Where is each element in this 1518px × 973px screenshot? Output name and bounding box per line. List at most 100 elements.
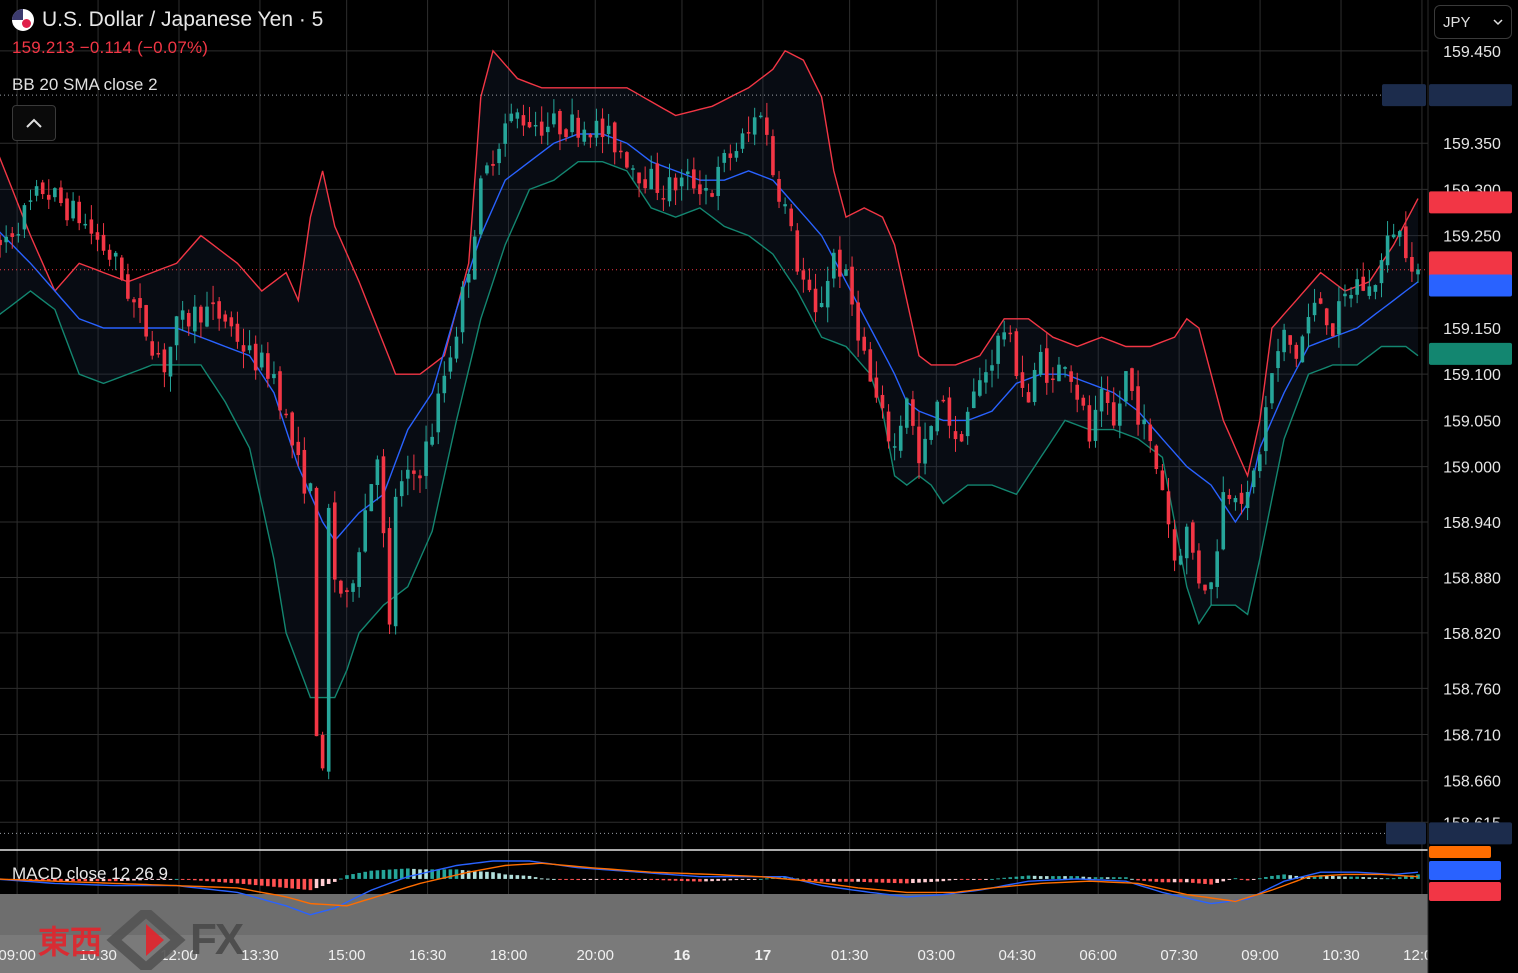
candle-body xyxy=(692,169,696,189)
candle-body xyxy=(193,306,197,332)
candle-body xyxy=(667,177,672,202)
symbol-title[interactable]: U.S. Dollar / Japanese Yen · 5 xyxy=(42,8,323,32)
macd-hist-bar xyxy=(734,878,739,881)
macd-scale-clip xyxy=(1429,846,1491,858)
candle-body xyxy=(1318,298,1323,304)
macd-hist-bar xyxy=(509,874,514,879)
candle-body xyxy=(1215,551,1219,587)
candle-body xyxy=(1288,335,1293,345)
candle-body xyxy=(393,496,398,627)
macd-hist-bar xyxy=(655,878,660,881)
candle-body xyxy=(1038,351,1043,375)
candle-body xyxy=(1002,332,1006,340)
candle-body xyxy=(655,163,660,193)
candle-body xyxy=(1270,373,1274,404)
macd-hist-bar xyxy=(874,878,879,883)
chart-canvas[interactable]: 09:00 10:30 12:00 13:30 15:00 16:30 18:00 20:00… xyxy=(0,0,1518,973)
macd-hist-bar xyxy=(1197,878,1201,884)
candle-body xyxy=(679,177,684,187)
macd-hist-bar xyxy=(1002,877,1006,879)
macd-hist-bar xyxy=(880,878,885,883)
candle-body xyxy=(1282,329,1286,353)
candle-body xyxy=(150,341,155,356)
macd-hist-bar xyxy=(1148,878,1153,882)
time-tick-label: 04:30 xyxy=(998,947,1036,964)
macd-hist-bar xyxy=(1331,875,1335,879)
candle-body xyxy=(1294,344,1299,359)
macd-hist-bar xyxy=(917,878,921,883)
macd-hist-bar xyxy=(1355,876,1359,879)
candle-body xyxy=(1008,332,1013,335)
macd-hist-bar xyxy=(661,878,666,881)
price-tick-label: 159.050 xyxy=(1443,413,1501,430)
macd-hist-bar xyxy=(1057,876,1061,879)
macd-hist-bar xyxy=(399,868,404,879)
candle-body xyxy=(0,239,2,246)
candle-body xyxy=(1355,279,1359,295)
candle-body xyxy=(1178,555,1183,565)
candle-body xyxy=(53,188,57,198)
candle-body xyxy=(819,302,824,308)
macd-hist-bar xyxy=(1379,878,1384,880)
macd-hist-bar xyxy=(1142,878,1146,881)
candle-body xyxy=(564,129,568,138)
candle-body xyxy=(272,373,276,379)
candle-body xyxy=(1172,529,1177,561)
macd-label[interactable]: MACD close 12 26 9 xyxy=(12,864,168,884)
candle-body xyxy=(965,411,970,437)
candle-body xyxy=(296,441,301,456)
candle-body xyxy=(990,365,994,371)
candle-body xyxy=(971,391,976,409)
candle-body xyxy=(886,411,891,442)
candle-body xyxy=(168,346,173,377)
macd-hist-bar xyxy=(558,878,562,880)
macd-hist-bar xyxy=(1288,875,1293,879)
macd-value-bg xyxy=(1429,861,1501,880)
macd-hist-bar xyxy=(1203,878,1207,884)
candle-body xyxy=(1245,491,1250,509)
time-tick-label: 07:30 xyxy=(1160,947,1198,964)
macd-hist-bar xyxy=(247,878,252,885)
candle-body xyxy=(485,165,489,174)
macd-hist-bar xyxy=(332,878,337,882)
price-tick-label: 158.710 xyxy=(1443,728,1501,745)
candle-body xyxy=(211,302,215,305)
candle-body xyxy=(454,336,459,359)
macd-hist-bar xyxy=(704,878,708,882)
candle-body xyxy=(947,397,952,426)
candle-body xyxy=(1051,378,1055,381)
macd-hist-bar xyxy=(606,878,611,880)
macd-hist-bar xyxy=(971,878,976,880)
macd-hist-bar xyxy=(1118,877,1122,879)
time-tick-label: 10:30 xyxy=(1322,947,1360,964)
candle-body xyxy=(929,426,933,440)
candle-body xyxy=(1124,371,1128,402)
ref-price-bg xyxy=(1429,822,1512,845)
bollinger-bands-label[interactable]: BB 20 SMA close 2 xyxy=(12,75,158,95)
macd-hist-bar xyxy=(1227,878,1232,880)
time-tick-label: 16:30 xyxy=(409,947,447,964)
candle-body xyxy=(217,301,221,319)
candle-body xyxy=(46,194,51,200)
macd-hist-bar xyxy=(1337,876,1341,879)
macd-hist-bar xyxy=(844,878,848,882)
price-tick-label: 158.760 xyxy=(1443,681,1501,698)
candle-body xyxy=(381,456,386,534)
macd-hist-bar xyxy=(673,878,678,881)
currency-selector[interactable]: JPY xyxy=(1434,5,1512,39)
macd-hist-bar xyxy=(290,878,294,889)
candle-body xyxy=(399,481,404,497)
candle-body xyxy=(223,314,228,322)
macd-hist-bar xyxy=(692,878,696,882)
price-tick-label: 159.250 xyxy=(1443,229,1501,246)
candle-body xyxy=(570,114,574,133)
candle-body xyxy=(479,178,483,235)
macd-hist-bar xyxy=(813,878,818,882)
macd-hist-bar xyxy=(1343,876,1347,879)
candle-body xyxy=(205,306,209,327)
collapse-indicators-button[interactable] xyxy=(12,105,56,141)
candle-body xyxy=(266,353,270,379)
candle-body xyxy=(448,357,453,372)
price-tick-label: 159.000 xyxy=(1443,460,1501,477)
macd-hist-bar xyxy=(740,878,745,880)
